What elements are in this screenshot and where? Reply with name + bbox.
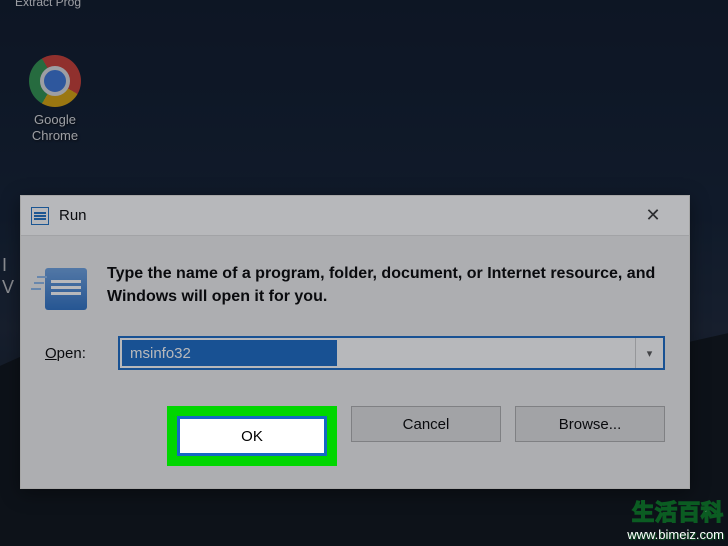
watermark-url: www.bimeiz.com xyxy=(627,527,724,542)
chevron-down-icon: ▾ xyxy=(647,347,653,360)
titlebar[interactable]: Run ✕ xyxy=(21,196,689,236)
run-dialog: Run ✕ Type the name of a program, folder… xyxy=(20,195,690,489)
close-button[interactable]: ✕ xyxy=(629,197,677,235)
desktop-icon-label: Google Chrome xyxy=(20,112,90,145)
watermark: 生活百科 www.bimeiz.com xyxy=(627,495,724,542)
combo-dropdown-button[interactable]: ▾ xyxy=(635,338,663,368)
instruction-text: Type the name of a program, folder, docu… xyxy=(107,262,665,310)
combo-fill[interactable] xyxy=(337,338,635,368)
run-program-icon xyxy=(45,268,87,310)
desktop-icon-chrome[interactable]: Google Chrome xyxy=(20,55,90,145)
watermark-text: 生活百科 xyxy=(627,495,724,527)
dialog-body: Type the name of a program, folder, docu… xyxy=(21,236,689,396)
ok-highlight-box: OK xyxy=(167,406,337,466)
window-title: Run xyxy=(59,207,629,224)
chrome-icon xyxy=(29,55,81,107)
open-label: Open: xyxy=(45,345,100,362)
open-input[interactable] xyxy=(122,340,337,366)
open-combobox[interactable]: ▾ xyxy=(118,336,665,370)
edge-version-text: I V xyxy=(2,255,14,298)
run-title-icon xyxy=(31,207,49,225)
dialog-button-row: OK Cancel Browse... xyxy=(21,396,689,488)
browse-button[interactable]: Browse... xyxy=(515,406,665,442)
ok-button[interactable]: OK xyxy=(177,416,327,456)
close-icon: ✕ xyxy=(645,205,660,226)
cancel-button[interactable]: Cancel xyxy=(351,406,501,442)
desktop-icon-label-cutoff: Extract Prog xyxy=(15,0,81,9)
